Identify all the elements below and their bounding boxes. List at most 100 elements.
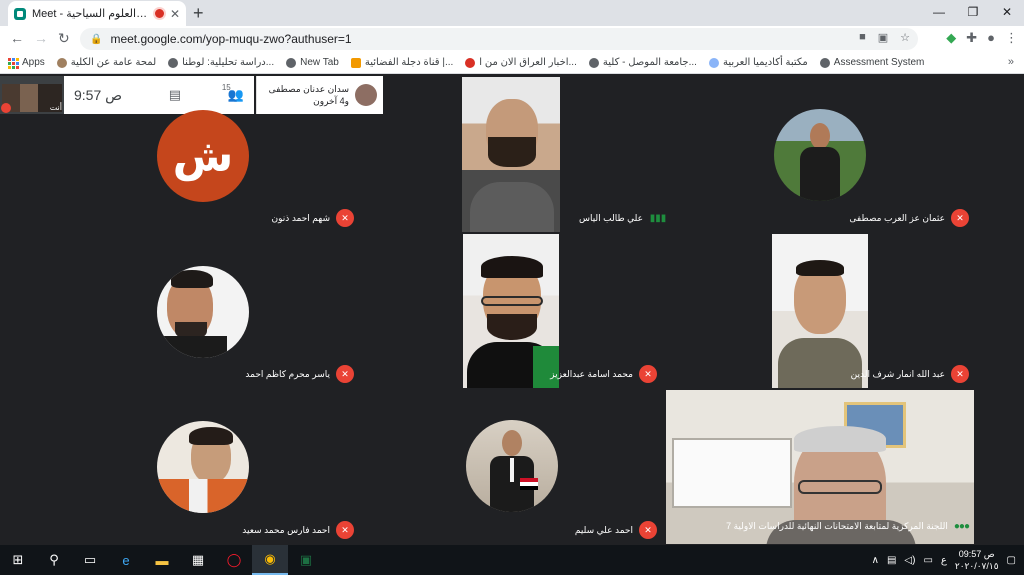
translate-icon[interactable]: ▣ <box>878 31 888 44</box>
self-mic-off-icon <box>1 103 11 113</box>
participant-name-bar: ✕ احمد علي سليم <box>575 521 657 539</box>
windows-taskbar: ⊞ ⚲ ▭ e ▬ ▦ ◯ ◉ ▣ ∧ ▤ ◁) ▭ ع 09:57 ص ٢٠٢… <box>0 545 1024 575</box>
bookmark-item[interactable]: جامعة الموصل - كلية... <box>588 57 697 68</box>
chat-icon[interactable]: ▤ <box>169 87 181 103</box>
bookmark-label: جامعة الموصل - كلية... <box>602 57 697 68</box>
participant-name: عبد الله انمار شرف الدين <box>850 368 945 379</box>
self-view-tile[interactable]: أنت <box>0 76 64 114</box>
glasses-shape <box>481 296 543 306</box>
edge-icon[interactable]: e <box>108 545 144 575</box>
store-icon[interactable]: ▦ <box>180 545 216 575</box>
search-icon[interactable]: ⚲ <box>36 545 72 575</box>
mic-off-icon: ✕ <box>639 521 657 539</box>
minimize-button[interactable]: — <box>922 0 956 24</box>
extension-gem-icon[interactable]: ◆ <box>946 30 956 46</box>
close-window-button[interactable]: ✕ <box>990 0 1024 24</box>
language-indicator[interactable]: ع <box>941 555 947 566</box>
participants-icon[interactable]: 15 👥 <box>222 83 244 103</box>
participant-name-bar: ✕ عثمان عز العرب مصطفى <box>849 209 969 227</box>
reload-icon[interactable]: ↻ <box>58 30 70 47</box>
extensions-puzzle-icon[interactable]: ✚ <box>966 30 977 46</box>
bookmark-label: قناة دجلة الفضائية |... <box>364 57 454 68</box>
excel-icon[interactable]: ▣ <box>288 545 324 575</box>
profile-avatar-icon[interactable]: ● <box>987 30 995 46</box>
window-controls: — ❐ ✕ <box>922 0 1024 24</box>
bookmark-apps[interactable]: Apps <box>8 57 45 69</box>
participant-name: عثمان عز العرب مصطفى <box>849 212 945 223</box>
taskbar-time: 09:57 ص <box>958 549 995 559</box>
omnibox[interactable]: 🔒 meet.google.com/yop-muqu-zwo?authuser=… <box>80 28 918 50</box>
bookmark-item[interactable]: قناة دجلة الفضائية |... <box>350 57 454 68</box>
participant-avatar <box>466 420 558 512</box>
bookmark-item[interactable]: لمحة عامة عن الكلية <box>56 57 156 68</box>
participant-avatar <box>157 421 249 513</box>
taskbar-date: ٢٠٢٠/٠٧/١٥ <box>954 561 999 571</box>
more-dots-icon[interactable]: ●●● <box>954 521 970 532</box>
site-icon <box>465 57 476 68</box>
participant-name-bar: ✕ ياسر محرم كاظم احمد <box>245 365 354 383</box>
tab-meet[interactable]: Meet - كلية العلوم السياحية / ✕ <box>8 1 186 26</box>
participant-name-bar: ●●● اللجنة المركزية لمتابعة الامتحانات ا… <box>726 521 970 532</box>
participant-name-bar: ✕ شهم احمد ذنون <box>272 209 354 227</box>
file-explorer-icon[interactable]: ▬ <box>144 545 180 575</box>
shirt-shape <box>157 336 227 358</box>
lock-icon: 🔒 <box>90 33 103 45</box>
bookmark-item[interactable]: دراسة تحليلية: لوطنا... <box>168 57 274 68</box>
bookmark-item[interactable]: Assessment System <box>819 57 924 68</box>
bookmark-item[interactable]: اخبار العراق الان من ا... <box>465 57 577 68</box>
back-arrow-icon[interactable]: ← <box>10 30 24 46</box>
star-icon[interactable]: ☆ <box>900 31 910 44</box>
battery-icon[interactable]: ▭ <box>923 555 932 566</box>
avatar-letter: ش <box>157 110 249 202</box>
forward-arrow-icon[interactable]: → <box>34 30 48 46</box>
notifications-icon[interactable]: ▢ <box>1007 555 1016 566</box>
bookmarks-overflow-icon[interactable]: » <box>1008 56 1014 68</box>
participant-name: ياسر محرم كاظم احمد <box>245 368 330 379</box>
chrome-menu-icon[interactable]: ⋮ <box>1005 30 1018 46</box>
bookmark-item[interactable]: مكتبة أكاديميا العربية <box>708 57 808 68</box>
camera-icon[interactable]: ■ <box>859 31 866 44</box>
participant-name: علي طالب الياس <box>578 212 643 223</box>
avatar-letter-text: ش <box>172 130 234 182</box>
globe-icon <box>168 57 179 68</box>
presenter-avatar <box>355 84 377 106</box>
face-shape <box>810 123 830 149</box>
task-view-icon[interactable]: ▭ <box>72 545 108 575</box>
speaking-indicator-icon: ▮▮▮ <box>649 212 667 224</box>
mic-off-icon: ✕ <box>951 365 969 383</box>
tray-chevron-icon[interactable]: ∧ <box>872 555 879 566</box>
bookmarks-bar: Apps لمحة عامة عن الكلية دراسة تحليلية: … <box>0 52 1024 74</box>
participant-name-bar: ✕ محمد اسامة عبدالعزيز <box>550 365 657 383</box>
participant-avatar <box>157 266 249 358</box>
address-bar-row: ← → ↻ 🔒 meet.google.com/yop-muqu-zwo?aut… <box>0 26 1024 52</box>
network-icon[interactable]: ▤ <box>887 555 896 566</box>
shirt-shape <box>800 147 840 201</box>
participant-avatar <box>774 109 866 201</box>
volume-icon[interactable]: ◁) <box>904 555 915 566</box>
tab-close-icon[interactable]: ✕ <box>170 7 180 21</box>
taskbar-clock[interactable]: 09:57 ص ٢٠٢٠/٠٧/١٥ <box>955 548 999 572</box>
chrome-taskbar-icon[interactable]: ◉ <box>252 545 288 575</box>
hair-shape <box>189 427 233 445</box>
site-icon <box>350 57 361 68</box>
presenter-pill[interactable]: سدان عدنان مصطفى و4 آخرون <box>256 76 383 114</box>
hair-shape <box>171 270 213 288</box>
tab-title: Meet - كلية العلوم السياحية / <box>32 8 149 20</box>
maximize-button[interactable]: ❐ <box>956 0 990 24</box>
windows-start-icon[interactable]: ⊞ <box>0 545 36 575</box>
omnibox-icons: ■ ▣ ☆ <box>859 31 910 44</box>
url-text[interactable]: meet.google.com/yop-muqu-zwo?authuser=1 <box>110 32 918 46</box>
mic-off-icon: ✕ <box>336 521 354 539</box>
new-tab-button[interactable]: + <box>193 3 204 24</box>
participant-name-bar: ✕ احمد فارس محمد سعيد <box>242 521 354 539</box>
bookmark-label: اخبار العراق الان من ا... <box>479 57 577 68</box>
globe-icon <box>588 57 599 68</box>
participant-name: احمد علي سليم <box>574 524 633 535</box>
participant-name-bar: ✕ عبد الله انمار شرف الدين <box>851 365 969 383</box>
opera-icon[interactable]: ◯ <box>216 545 252 575</box>
participant-name: اللجنة المركزية لمتابعة الامتحانات النها… <box>726 521 948 531</box>
mic-off-icon: ✕ <box>336 209 354 227</box>
shirt-shape <box>510 458 514 482</box>
bookmark-item[interactable]: New Tab <box>286 57 339 68</box>
meet-favicon-icon <box>14 7 26 20</box>
